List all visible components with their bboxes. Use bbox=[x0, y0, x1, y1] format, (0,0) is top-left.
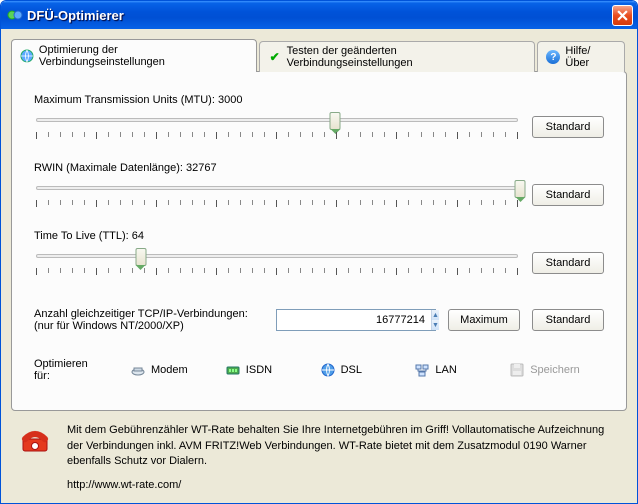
footer-text-block: Mit dem Gebührenzähler WT-Rate behalten … bbox=[67, 423, 619, 493]
window-title: DFÜ-Optimierer bbox=[27, 8, 612, 23]
tab-test[interactable]: ✔ Testen der geänderten Verbindungseinst… bbox=[259, 41, 536, 72]
client-area: Optimierung der Verbindungseinstellungen… bbox=[1, 29, 637, 503]
help-icon: ? bbox=[546, 50, 560, 64]
footer: Mit dem Gebührenzähler WT-Rate behalten … bbox=[11, 411, 627, 497]
mtu-standard-button[interactable]: Standard bbox=[532, 116, 604, 138]
ttl-label: Time To Live (TTL): 64 bbox=[34, 230, 604, 242]
globe-icon bbox=[20, 49, 34, 63]
isdn-icon bbox=[225, 362, 241, 378]
phone-icon bbox=[19, 423, 53, 493]
tcp-maximum-button[interactable]: Maximum bbox=[448, 309, 520, 331]
spinner-arrows[interactable]: ▲ ▼ bbox=[431, 310, 439, 330]
tab-label: Optimierung der Verbindungseinstellungen bbox=[39, 44, 246, 68]
ttl-block: Time To Live (TTL): 64 Standard bbox=[34, 230, 604, 278]
tab-label: Testen der geänderten Verbindungseinstel… bbox=[287, 45, 525, 69]
dsl-icon bbox=[320, 362, 336, 378]
rwin-standard-button[interactable]: Standard bbox=[532, 184, 604, 206]
tcp-label: Anzahl gleichzeitiger TCP/IP-Verbindunge… bbox=[34, 308, 264, 332]
save-icon bbox=[509, 362, 525, 378]
rwin-label: RWIN (Maximale Datenlänge): 32767 bbox=[34, 162, 604, 174]
optimize-lan[interactable]: LAN bbox=[414, 362, 509, 378]
tcp-standard-button[interactable]: Standard bbox=[532, 309, 604, 331]
save-button: Speichern bbox=[509, 362, 604, 378]
mtu-slider[interactable] bbox=[34, 112, 520, 142]
tcp-connections-row: Anzahl gleichzeitiger TCP/IP-Verbindunge… bbox=[34, 308, 604, 332]
app-window: DFÜ-Optimierer Optimierung der Verbindun… bbox=[0, 0, 638, 504]
tcp-connections-input[interactable]: ▲ ▼ bbox=[276, 309, 436, 331]
mtu-label: Maximum Transmission Units (MTU): 3000 bbox=[34, 94, 604, 106]
modem-icon bbox=[130, 362, 146, 378]
app-icon bbox=[7, 7, 23, 23]
tcp-connections-field[interactable] bbox=[277, 310, 431, 330]
ttl-slider[interactable] bbox=[34, 248, 520, 278]
footer-text: Mit dem Gebührenzähler WT-Rate behalten … bbox=[67, 424, 604, 467]
tab-panel-optimize: Maximum Transmission Units (MTU): 3000 S… bbox=[11, 71, 627, 411]
optimize-lead: Optimieren für: bbox=[34, 358, 130, 382]
optimize-dsl[interactable]: DSL bbox=[320, 362, 415, 378]
optimize-for-row: Optimieren für: Modem ISDN DSL LAN bbox=[34, 358, 604, 382]
spinner-up[interactable]: ▲ bbox=[432, 310, 439, 320]
tab-help[interactable]: ? Hilfe/Über bbox=[537, 41, 625, 72]
lan-icon bbox=[414, 362, 430, 378]
tab-label: Hilfe/Über bbox=[565, 45, 614, 69]
tab-strip: Optimierung der Verbindungseinstellungen… bbox=[11, 39, 627, 72]
optimize-modem[interactable]: Modem bbox=[130, 362, 225, 378]
rwin-block: RWIN (Maximale Datenlänge): 32767 Standa… bbox=[34, 162, 604, 210]
optimize-isdn[interactable]: ISDN bbox=[225, 362, 320, 378]
mtu-block: Maximum Transmission Units (MTU): 3000 S… bbox=[34, 94, 604, 142]
spinner-down[interactable]: ▼ bbox=[432, 320, 439, 330]
close-button[interactable] bbox=[612, 5, 633, 26]
check-icon: ✔ bbox=[268, 50, 282, 64]
ttl-standard-button[interactable]: Standard bbox=[532, 252, 604, 274]
tab-optimize[interactable]: Optimierung der Verbindungseinstellungen bbox=[11, 39, 257, 72]
rwin-slider[interactable] bbox=[34, 180, 520, 210]
title-bar: DFÜ-Optimierer bbox=[1, 1, 637, 29]
footer-link[interactable]: http://www.wt-rate.com/ bbox=[67, 478, 619, 493]
